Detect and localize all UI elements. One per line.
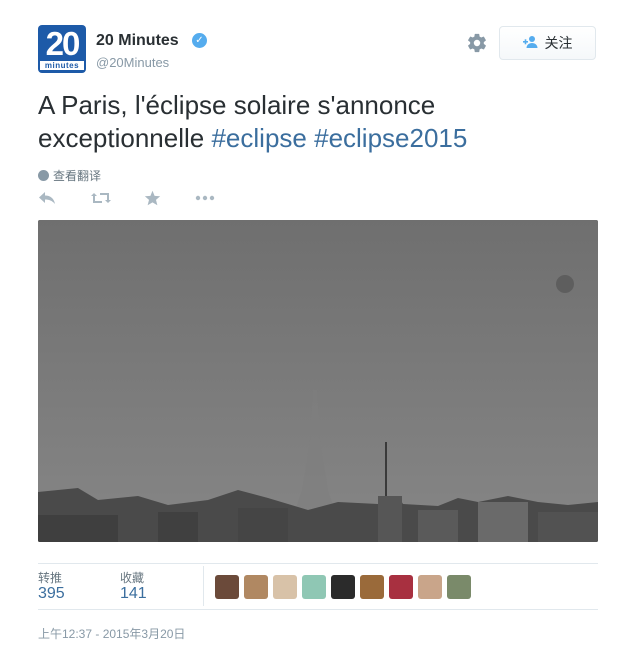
hashtag-link[interactable]: #eclipse2015 — [314, 123, 467, 153]
reply-icon[interactable] — [38, 190, 56, 210]
more-icon[interactable] — [194, 190, 216, 210]
globe-icon — [38, 170, 49, 181]
follow-label: 关注 — [544, 35, 573, 51]
retweets-count[interactable]: 395 — [38, 585, 65, 603]
tweet-timestamp[interactable]: 上午12:37 - 2015年3月20日 — [38, 625, 185, 642]
divider — [203, 566, 204, 606]
avatar[interactable] — [389, 575, 413, 599]
avatar-logo-number: 20 — [45, 25, 81, 62]
avatar[interactable] — [302, 575, 326, 599]
translate-link[interactable]: 查看翻译 — [38, 167, 101, 184]
retweet-icon[interactable] — [90, 190, 112, 210]
avatar[interactable] — [273, 575, 297, 599]
avatar-logo-word: minutes — [40, 61, 84, 70]
avatar[interactable] — [331, 575, 355, 599]
favorites-label: 收藏 — [120, 571, 145, 585]
favorites-count[interactable]: 141 — [120, 585, 147, 603]
translate-label: 查看翻译 — [53, 169, 102, 183]
follow-button[interactable]: 关注 — [499, 26, 596, 60]
add-user-icon — [522, 35, 539, 52]
avatar[interactable] — [244, 575, 268, 599]
avatar[interactable] — [360, 575, 384, 599]
account-handle[interactable]: @20Minutes — [96, 55, 169, 70]
divider — [38, 563, 598, 564]
account-avatar[interactable]: 20 minutes — [38, 25, 86, 73]
retweets-label: 转推 — [38, 571, 63, 585]
gear-icon[interactable] — [466, 32, 488, 54]
tweet-text: A Paris, l'éclipse solaire s'annonce exc… — [38, 89, 598, 155]
tweet-photo[interactable] — [38, 220, 598, 542]
divider — [38, 609, 598, 610]
account-name[interactable]: 20 Minutes — [96, 32, 179, 50]
avatar[interactable] — [215, 575, 239, 599]
avatar[interactable] — [418, 575, 442, 599]
favoriters-avatars — [215, 575, 471, 599]
avatar[interactable] — [447, 575, 471, 599]
hashtag-link[interactable]: #eclipse — [211, 123, 306, 153]
verified-badge-icon: ✓ — [192, 33, 207, 48]
star-icon[interactable] — [144, 190, 161, 210]
